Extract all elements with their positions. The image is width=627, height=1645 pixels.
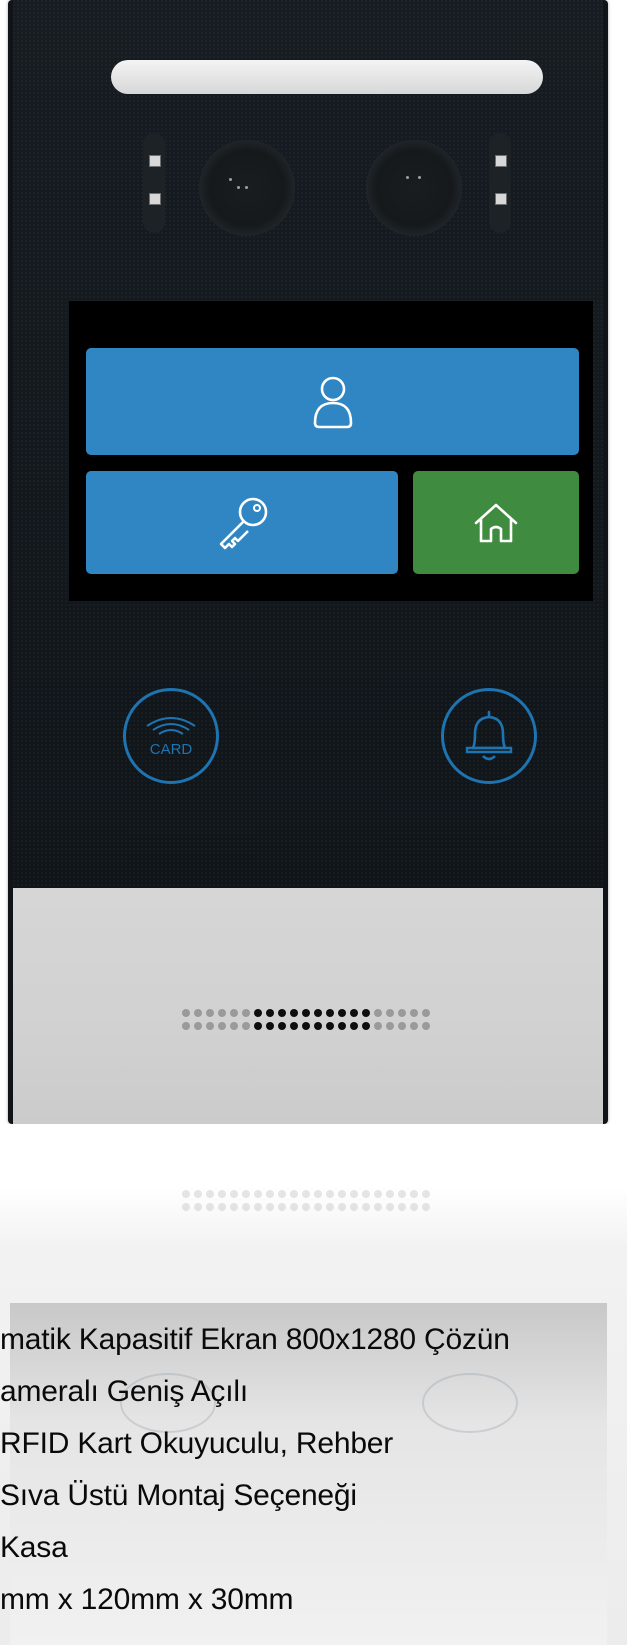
lens-reflection — [418, 176, 421, 179]
spec-line: mm x 120mm x 30mm — [0, 1583, 294, 1616]
key-icon — [219, 497, 268, 549]
led-indicator — [149, 193, 161, 205]
spec-line: matik Kapasitif Ekran 800x1280 Çözün — [0, 1323, 510, 1356]
rfid-wave-icon: CARD — [146, 717, 196, 758]
left-led-strip — [143, 133, 165, 233]
right-led-strip — [489, 133, 511, 233]
reflected-grille — [182, 1190, 430, 1216]
right-camera-lens — [366, 140, 462, 236]
card-label: CARD — [150, 741, 193, 758]
reflected-bell-button — [422, 1373, 518, 1433]
touch-screen — [69, 301, 593, 601]
home-tile[interactable] — [413, 471, 579, 574]
intercom-device: CARD — [8, 0, 608, 1124]
key-tile[interactable] — [86, 471, 398, 574]
lens-reflection — [406, 176, 409, 179]
spec-line: Kasa — [0, 1531, 68, 1564]
led-indicator — [495, 193, 507, 205]
user-icon — [313, 376, 352, 428]
lower-panel — [13, 888, 603, 1124]
left-camera-lens — [199, 140, 295, 236]
speaker-grille — [182, 1009, 430, 1035]
bell-icon — [465, 710, 513, 761]
lens-reflection — [229, 178, 232, 181]
spec-line: ameralı Geniş Açılı — [0, 1375, 248, 1408]
home-icon — [474, 503, 518, 542]
front-panel: CARD — [13, 0, 603, 888]
card-reader-button[interactable]: CARD — [123, 688, 219, 784]
call-bell-button[interactable] — [441, 688, 537, 784]
led-indicator — [149, 155, 161, 167]
spec-line: RFID Kart Okuyuculu, Rehber — [0, 1427, 394, 1460]
spec-line: Sıva Üstü Montaj Seçeneği — [0, 1479, 357, 1512]
contacts-tile[interactable] — [86, 348, 579, 455]
lens-reflection — [245, 186, 248, 189]
light-bar — [111, 60, 543, 94]
led-indicator — [495, 155, 507, 167]
lens-reflection — [237, 186, 240, 189]
